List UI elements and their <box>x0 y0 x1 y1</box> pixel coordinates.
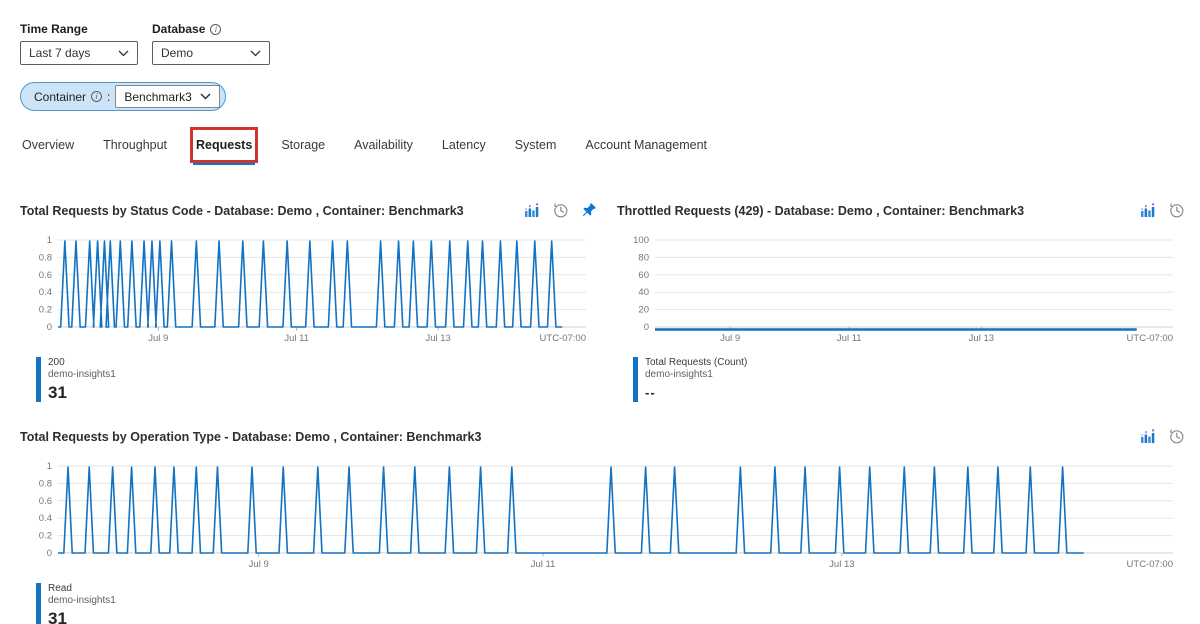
chart-plot[interactable]: 0 0.2 0.4 0.6 0.8 1 Jul 9 Jul 11 Jul 13 UTC-07:00 <box>20 231 598 349</box>
history-icon[interactable] <box>552 202 569 219</box>
svg-text:0.2: 0.2 <box>39 531 52 542</box>
svg-text:0.6: 0.6 <box>39 496 52 507</box>
svg-text:0.2: 0.2 <box>39 305 52 316</box>
svg-text:0: 0 <box>644 322 649 333</box>
svg-text:0.8: 0.8 <box>39 478 52 489</box>
legend-total-value: 31 <box>48 609 67 624</box>
svg-text:Jul 11: Jul 11 <box>284 333 309 344</box>
legend-resource-name: demo-insights1 <box>645 369 713 380</box>
tab-throughput[interactable]: Throughput <box>102 132 168 158</box>
chart-plot[interactable]: 0 20 40 60 80 100 Jul 9 Jul 11 Jul 13 UTC-07:00 <box>617 231 1185 349</box>
filters-row: Time Range Last 7 days Database i Demo <box>20 22 1185 65</box>
legend-color-bar <box>36 357 41 402</box>
svg-text:Jul 13: Jul 13 <box>829 559 854 570</box>
chart-card-throttled: Throttled Requests (429) - Database: Dem… <box>617 202 1185 402</box>
legend-color-bar <box>36 583 41 624</box>
legend-resource-name: demo-insights1 <box>48 595 116 606</box>
chart-title: Total Requests by Status Code - Database… <box>20 203 464 218</box>
svg-text:0: 0 <box>47 548 52 559</box>
svg-text:0.4: 0.4 <box>39 513 52 524</box>
history-icon[interactable] <box>1168 428 1185 445</box>
svg-text:40: 40 <box>638 287 649 298</box>
svg-text:Jul 9: Jul 9 <box>720 333 740 344</box>
svg-text:UTC-07:00: UTC-07:00 <box>1127 559 1173 570</box>
tab-availability[interactable]: Availability <box>353 132 414 158</box>
container-filter-pill[interactable]: Container i : Benchmark3 <box>20 82 226 111</box>
svg-text:Jul 11: Jul 11 <box>837 333 862 344</box>
chart-plot[interactable]: 0 0.2 0.4 0.6 0.8 1 Jul 9 Jul 11 Jul 13 UTC-07:00 <box>20 457 1185 575</box>
svg-text:100: 100 <box>633 235 649 246</box>
svg-text:20: 20 <box>638 305 649 316</box>
cosmos-insights-page: Time Range Last 7 days Database i Demo C… <box>0 0 1200 624</box>
metrics-icon[interactable] <box>1139 202 1156 219</box>
chart-toolbar <box>1139 202 1185 219</box>
database-value: Demo <box>161 46 194 60</box>
chart-legend[interactable]: Total Requests (Count) demo-insights1 -- <box>633 357 1185 402</box>
chevron-down-icon <box>118 50 129 57</box>
svg-text:0: 0 <box>47 322 52 333</box>
svg-text:UTC-07:00: UTC-07:00 <box>540 333 586 344</box>
metrics-icon[interactable] <box>523 202 540 219</box>
charts-row: Total Requests by Status Code - Database… <box>20 202 1185 402</box>
chart-legend[interactable]: 200 demo-insights1 31 <box>36 357 598 402</box>
chart-card-operation-type: Total Requests by Operation Type - Datab… <box>20 428 1185 624</box>
info-icon: i <box>210 23 222 35</box>
container-label: Container <box>34 89 87 104</box>
svg-text:0.8: 0.8 <box>39 252 52 263</box>
svg-text:0.6: 0.6 <box>39 270 52 281</box>
database-label: Database <box>152 22 206 36</box>
pin-icon[interactable] <box>581 202 598 219</box>
chart-toolbar <box>1139 428 1185 445</box>
svg-text:1: 1 <box>47 461 52 472</box>
legend-series-name: Total Requests (Count) <box>645 357 748 368</box>
chart-title: Total Requests by Operation Type - Datab… <box>20 429 482 444</box>
tab-latency[interactable]: Latency <box>441 132 487 158</box>
database-dropdown[interactable]: Demo <box>152 41 270 65</box>
metrics-icon[interactable] <box>1139 428 1156 445</box>
svg-text:60: 60 <box>638 270 649 281</box>
history-icon[interactable] <box>1168 202 1185 219</box>
time-range-label: Time Range <box>20 22 88 36</box>
tab-overview[interactable]: Overview <box>21 132 75 158</box>
svg-text:Jul 13: Jul 13 <box>969 333 994 344</box>
legend-total-value: 31 <box>48 383 67 402</box>
svg-text:Jul 11: Jul 11 <box>531 559 556 570</box>
svg-text:80: 80 <box>638 252 649 263</box>
database-filter: Database i Demo <box>152 22 270 65</box>
container-value: Benchmark3 <box>124 89 192 104</box>
tab-account-management[interactable]: Account Management <box>584 132 708 158</box>
svg-text:UTC-07:00: UTC-07:00 <box>1127 333 1173 344</box>
svg-text:0.4: 0.4 <box>39 287 52 298</box>
svg-text:Jul 13: Jul 13 <box>425 333 450 344</box>
chevron-down-icon <box>200 93 211 100</box>
chart-title: Throttled Requests (429) - Database: Dem… <box>617 203 1025 218</box>
legend-series-name: Read <box>48 583 72 594</box>
legend-resource-name: demo-insights1 <box>48 369 116 380</box>
chevron-down-icon <box>250 50 261 57</box>
svg-text:Jul 9: Jul 9 <box>249 559 269 570</box>
time-range-value: Last 7 days <box>29 46 91 60</box>
time-range-dropdown[interactable]: Last 7 days <box>20 41 138 65</box>
svg-text:Jul 9: Jul 9 <box>148 333 168 344</box>
chart-legend[interactable]: Read demo-insights1 31 <box>36 583 1185 624</box>
container-select[interactable]: Benchmark3 <box>115 85 220 108</box>
container-separator: : <box>107 89 111 104</box>
legend-color-bar <box>633 357 638 402</box>
svg-text:1: 1 <box>47 235 52 246</box>
time-range-filter: Time Range Last 7 days <box>20 22 138 65</box>
tab-requests[interactable]: Requests <box>190 127 259 165</box>
info-icon: i <box>91 91 103 102</box>
legend-total-value: -- <box>645 385 656 400</box>
legend-series-name: 200 <box>48 357 65 368</box>
tab-bar: Overview Throughput Requests Storage Availab… <box>20 127 1185 165</box>
chart-toolbar <box>523 202 598 219</box>
tab-system[interactable]: System <box>514 132 558 158</box>
tab-storage[interactable]: Storage <box>280 132 326 158</box>
chart-card-status-code: Total Requests by Status Code - Database… <box>20 202 598 402</box>
